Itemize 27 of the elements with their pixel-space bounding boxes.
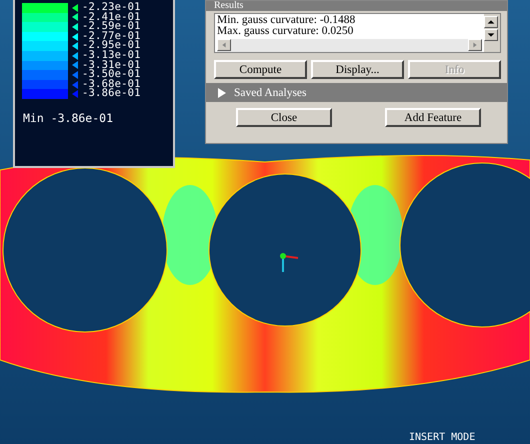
legend-value: -2.59e-01 [82,22,141,32]
legend-value: -3.13e-01 [82,50,141,61]
legend-value: -2.77e-01 [82,32,141,42]
scroll-right-icon[interactable] [468,39,482,51]
scroll-up-icon[interactable] [484,16,498,28]
dialog-button[interactable]: Add Feature [385,108,481,127]
expand-triangle-icon [218,88,226,98]
mode-status: INSERT MODE [409,432,476,444]
saved-analyses-label: Saved Analyses [234,86,307,98]
result-line: Max. gauss curvature: 0.0250 [217,26,354,37]
legend-value: -3.50e-01 [82,70,141,80]
saved-analyses-header[interactable]: Saved Analyses [206,83,507,102]
legend-value: -2.23e-01 [82,3,141,13]
dialog-button[interactable]: Display... [311,60,404,79]
horizontal-scrollbar[interactable] [217,39,482,52]
dialog-button[interactable]: Close [236,108,332,127]
legend-value: -3.68e-01 [82,80,141,90]
legend-value: -2.95e-01 [82,41,141,51]
legend-value: -2.41e-01 [82,12,141,22]
legend-value: -3.86e-01 [82,89,141,99]
scroll-left-icon[interactable] [217,39,231,51]
scroll-down-icon[interactable] [484,29,498,41]
legend-value: -3.31e-01 [82,60,141,70]
section-header: Results [206,1,507,11]
result-line: Min. gauss curvature: -0.1488 [217,15,356,26]
legend-min-label: Min -3.86e-01 [23,110,114,125]
dialog-button[interactable]: Compute [214,60,307,79]
